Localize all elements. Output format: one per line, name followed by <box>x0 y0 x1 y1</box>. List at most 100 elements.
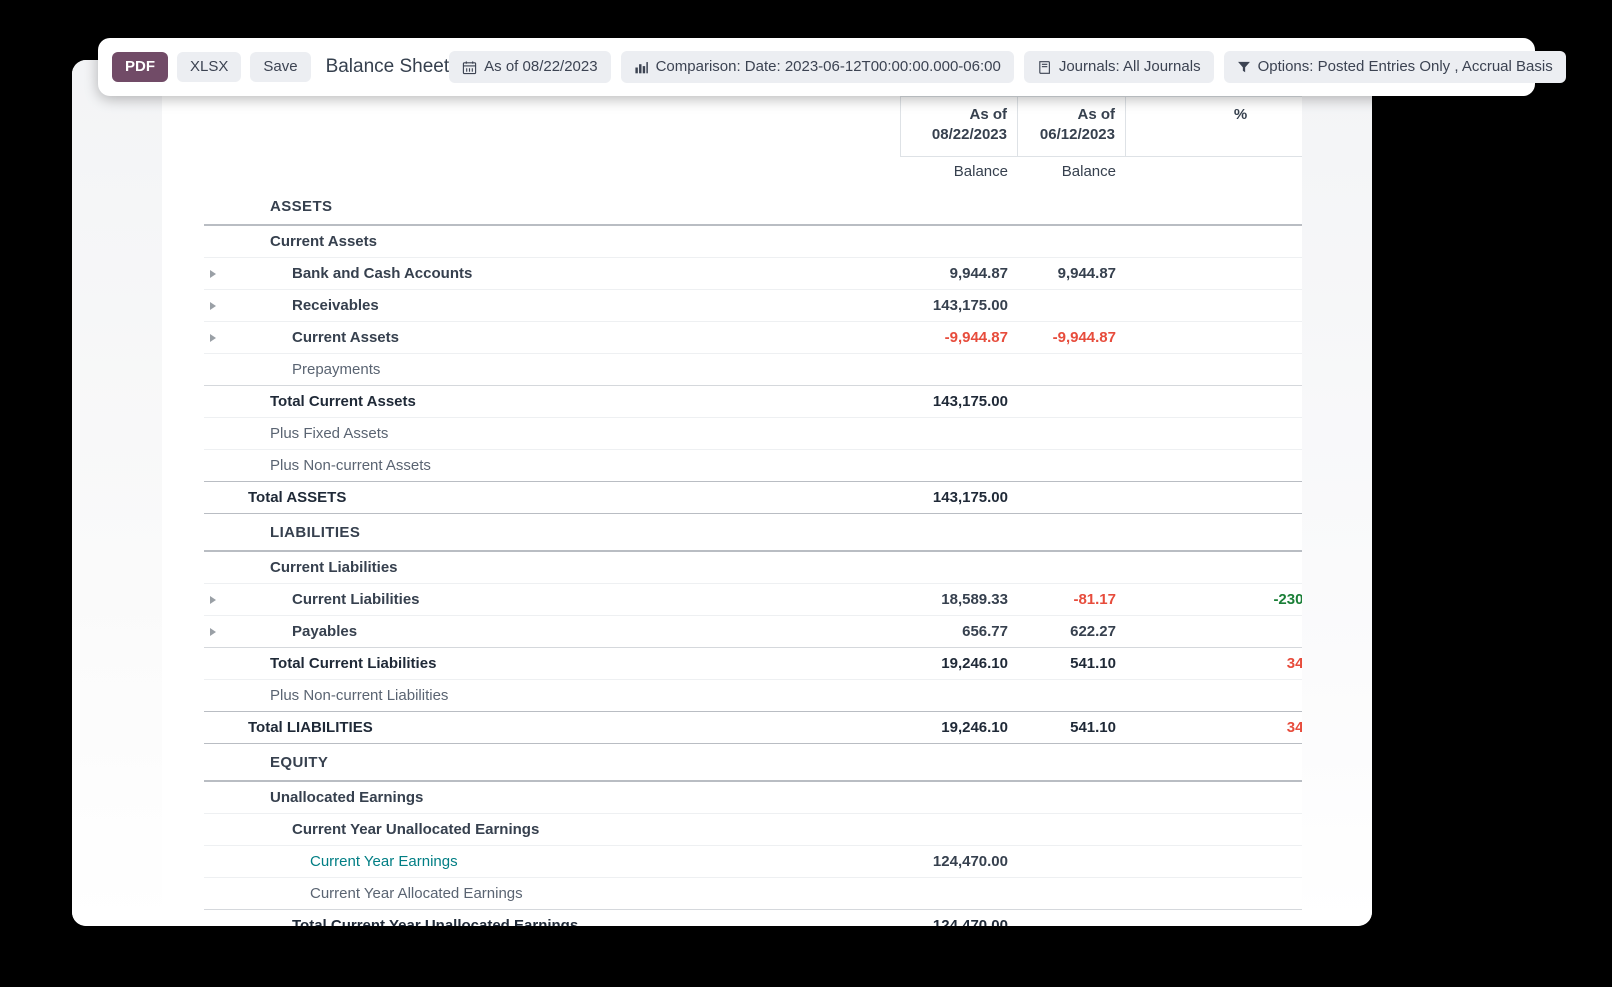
page-title: Balance Sheet <box>325 56 450 77</box>
cell-balance-current[interactable]: 9,944.87 <box>900 256 1018 289</box>
cell-balance-comparison[interactable]: 541.10 <box>1018 646 1126 679</box>
table-row: Bank and Cash Accounts9,944.879,944.870.… <box>204 256 1302 289</box>
column-header-as-of-comparison[interactable]: As of 06/12/2023 <box>1018 96 1126 157</box>
row-label-cell[interactable]: Current Year Unallocated Earnings <box>238 812 900 845</box>
row-label-cell[interactable]: Current Liabilities <box>238 582 900 615</box>
row-label-cell: Total Current Assets <box>238 384 900 417</box>
row-label: Prepayments <box>292 360 381 378</box>
caret-right-icon[interactable] <box>210 627 216 636</box>
caret-spacer <box>204 781 238 814</box>
cell-balance-current[interactable]: 143,175.00 <box>900 480 1018 514</box>
caret-spacer <box>204 513 238 552</box>
report-scroll-area[interactable]: As of 08/22/2023 As of 06/12/2023 % Bala… <box>162 60 1302 926</box>
cell-percent[interactable]: 0.0% <box>1126 320 1302 353</box>
cell-percent <box>1126 416 1302 449</box>
cell-percent[interactable]: 3456.8% <box>1126 710 1302 744</box>
cell-balance-comparison[interactable]: 9,944.87 <box>1018 256 1126 289</box>
cell-balance-current[interactable]: 656.77 <box>900 614 1018 647</box>
subheader-balance-current: Balance <box>953 162 1008 180</box>
cell-balance-current <box>900 781 1018 814</box>
cell-balance-comparison <box>1018 812 1126 845</box>
cell-balance-current[interactable]: 143,175.00 <box>900 288 1018 321</box>
app-window: As of 08/22/2023 As of 06/12/2023 % Bala… <box>72 60 1372 926</box>
save-button[interactable]: Save <box>250 51 311 83</box>
row-label-cell[interactable]: Payables <box>238 614 900 647</box>
cell-balance-current[interactable]: 124,470.00 <box>900 908 1018 926</box>
cell-percent[interactable]: n/a <box>1126 844 1302 877</box>
cell-balance-current <box>900 225 1018 258</box>
cell-balance-current[interactable]: 18,589.33 <box>900 582 1018 615</box>
cell-percent[interactable]: n/a <box>1126 908 1302 926</box>
row-label-cell[interactable]: Current Year Allocated Earnings <box>238 876 900 909</box>
expand-toggle[interactable] <box>204 288 238 321</box>
table-row: Total Current Year Unallocated Earnings 1… <box>204 908 1302 926</box>
cell-balance-comparison[interactable]: -9,944.87 <box>1018 320 1126 353</box>
row-label-cell[interactable]: Bank and Cash Accounts <box>238 256 900 289</box>
cell-balance-current[interactable]: 143,175.00 <box>900 384 1018 417</box>
cell-balance-current[interactable]: 124,470.00 <box>900 844 1018 877</box>
row-label-cell[interactable]: Plus Fixed Assets <box>238 416 900 449</box>
caret-right-icon[interactable] <box>210 595 216 604</box>
cell-percent[interactable]: 0.0% <box>1126 256 1302 289</box>
cell-balance-current <box>900 352 1018 385</box>
cell-percent[interactable]: 5.5% <box>1126 614 1302 647</box>
expand-toggle[interactable] <box>204 582 238 615</box>
cell-percent <box>1126 876 1302 909</box>
cell-percent[interactable]: n/a <box>1126 384 1302 417</box>
expand-toggle[interactable] <box>204 614 238 647</box>
cell-percent[interactable]: n/a <box>1126 288 1302 321</box>
caret-spacer <box>204 352 238 385</box>
caret-spacer <box>204 743 238 782</box>
column-header-percent[interactable]: % <box>1126 96 1302 157</box>
row-label: ASSETS <box>270 197 333 215</box>
comparison-filter-button[interactable]: Comparison: Date: 2023-06-12T00:00:00.00… <box>620 50 1014 84</box>
section-header-row: ASSETS <box>204 187 1302 226</box>
column-header-as-of-current[interactable]: As of 08/22/2023 <box>900 96 1018 157</box>
cell-balance-current <box>900 448 1018 481</box>
row-label-cell[interactable]: Plus Non-current Assets <box>238 448 900 481</box>
caret-right-icon[interactable] <box>210 333 216 342</box>
row-label-cell[interactable]: Prepayments <box>238 352 900 385</box>
expand-toggle[interactable] <box>204 256 238 289</box>
export-xlsx-button[interactable]: XLSX <box>177 51 242 83</box>
options-filter-button[interactable]: Options: Posted Entries Only , Accrual B… <box>1223 50 1566 84</box>
row-label-cell[interactable]: Current Liabilities <box>238 551 900 584</box>
cell-balance-comparison[interactable]: 541.10 <box>1018 710 1126 744</box>
table-row: Total Current Liabilities 19,246.10 541.10… <box>204 646 1302 679</box>
cell-balance-current[interactable]: 19,246.10 <box>900 710 1018 744</box>
expand-toggle[interactable] <box>204 320 238 353</box>
row-label: Current Liabilities <box>270 558 398 576</box>
table-row: Current Liabilities <box>204 551 1302 584</box>
row-label-cell[interactable]: Receivables <box>238 288 900 321</box>
row-label-cell[interactable]: Current Assets <box>238 320 900 353</box>
row-label-cell[interactable]: Plus Non-current Liabilities <box>238 678 900 711</box>
caret-right-icon[interactable] <box>210 301 216 310</box>
subheader-percent-blank <box>1126 157 1302 188</box>
row-label: Unallocated Earnings <box>270 788 424 806</box>
cell-percent[interactable]: 3456.8% <box>1126 646 1302 679</box>
row-label-cell: Total Current Year Unallocated Earnings <box>238 908 900 926</box>
row-label-cell[interactable]: Unallocated Earnings <box>238 781 900 814</box>
row-label-cell: LIABILITIES <box>238 513 900 552</box>
caret-spacer <box>204 448 238 481</box>
cell-balance-comparison <box>1018 416 1126 449</box>
table-row: Current Assets <box>204 225 1302 258</box>
cell-balance-current[interactable]: 19,246.10 <box>900 646 1018 679</box>
caret-right-icon[interactable] <box>210 269 216 278</box>
cell-balance-comparison[interactable]: 622.27 <box>1018 614 1126 647</box>
section-header-row: LIABILITIES <box>204 513 1302 552</box>
cell-balance-current[interactable]: -9,944.87 <box>900 320 1018 353</box>
date-filter-button[interactable]: As of 08/22/2023 <box>449 50 611 84</box>
export-pdf-button[interactable]: PDF <box>112 51 168 83</box>
window-right-gutter <box>1301 60 1372 926</box>
row-label-cell[interactable]: Current Year Earnings <box>238 844 900 877</box>
cell-balance-comparison[interactable]: -81.17 <box>1018 582 1126 615</box>
cell-balance-comparison <box>1018 743 1126 782</box>
row-label-cell[interactable]: Current Assets <box>238 225 900 258</box>
table-row: Total LIABILITIES 19,246.10541.103456.8% <box>204 710 1302 744</box>
caret-spacer <box>204 710 238 744</box>
cell-percent[interactable]: n/a <box>1126 480 1302 514</box>
row-label: Plus Non-current Assets <box>270 456 431 474</box>
cell-percent[interactable]: -23001.7% <box>1126 582 1302 615</box>
journals-filter-button[interactable]: Journals: All Journals <box>1023 50 1214 84</box>
